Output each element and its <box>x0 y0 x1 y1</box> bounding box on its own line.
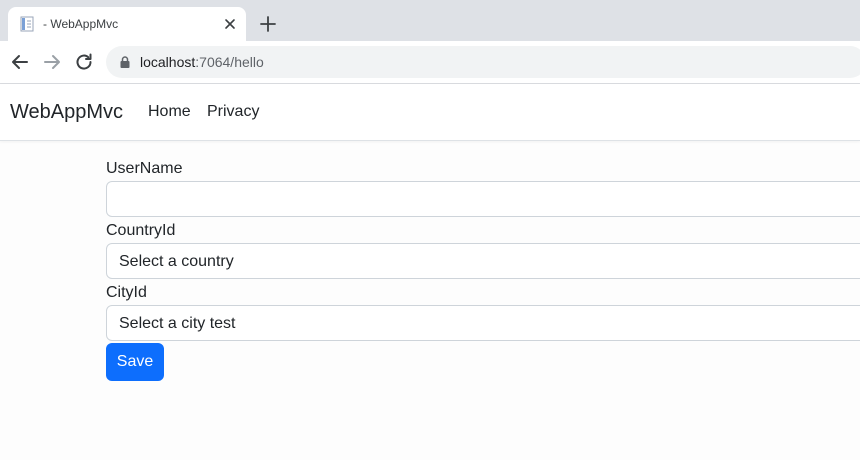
city-label: CityId <box>106 284 147 301</box>
plus-icon[interactable] <box>256 12 280 36</box>
username-input[interactable] <box>106 181 860 217</box>
lock-icon[interactable] <box>118 55 132 69</box>
page-icon <box>20 16 34 32</box>
country-label: CountryId <box>106 222 176 239</box>
close-icon[interactable] <box>222 16 238 32</box>
city-select[interactable]: Select a city test <box>106 305 860 341</box>
url-host: localhost <box>140 54 196 70</box>
nav-link-home[interactable]: Home <box>148 102 191 122</box>
tab-title: - WebAppMvc <box>43 17 119 31</box>
site-navbar: WebAppMvc Home Privacy <box>0 84 860 141</box>
url-path: :7064/hello <box>195 54 264 70</box>
browser-tab[interactable]: - WebAppMvc <box>8 7 246 41</box>
reload-icon[interactable] <box>73 51 95 73</box>
navbar-brand[interactable]: WebAppMvc <box>10 100 123 124</box>
username-label: UserName <box>106 160 183 177</box>
country-selected-value: Select a country <box>119 253 234 270</box>
arrow-left-icon[interactable] <box>9 51 31 73</box>
country-select[interactable]: Select a country <box>106 243 860 279</box>
browser-toolbar: localhost:7064/hello <box>0 41 860 84</box>
arrow-right-icon[interactable] <box>41 51 63 73</box>
url-text: localhost:7064/hello <box>140 54 264 70</box>
city-selected-value: Select a city test <box>119 315 236 332</box>
address-bar[interactable]: localhost:7064/hello <box>106 46 860 78</box>
browser-tabstrip: - WebAppMvc <box>0 0 860 41</box>
nav-link-privacy[interactable]: Privacy <box>207 102 259 122</box>
page-content: WebAppMvc Home Privacy UserName CountryI… <box>0 84 860 460</box>
save-button[interactable]: Save <box>106 343 164 381</box>
